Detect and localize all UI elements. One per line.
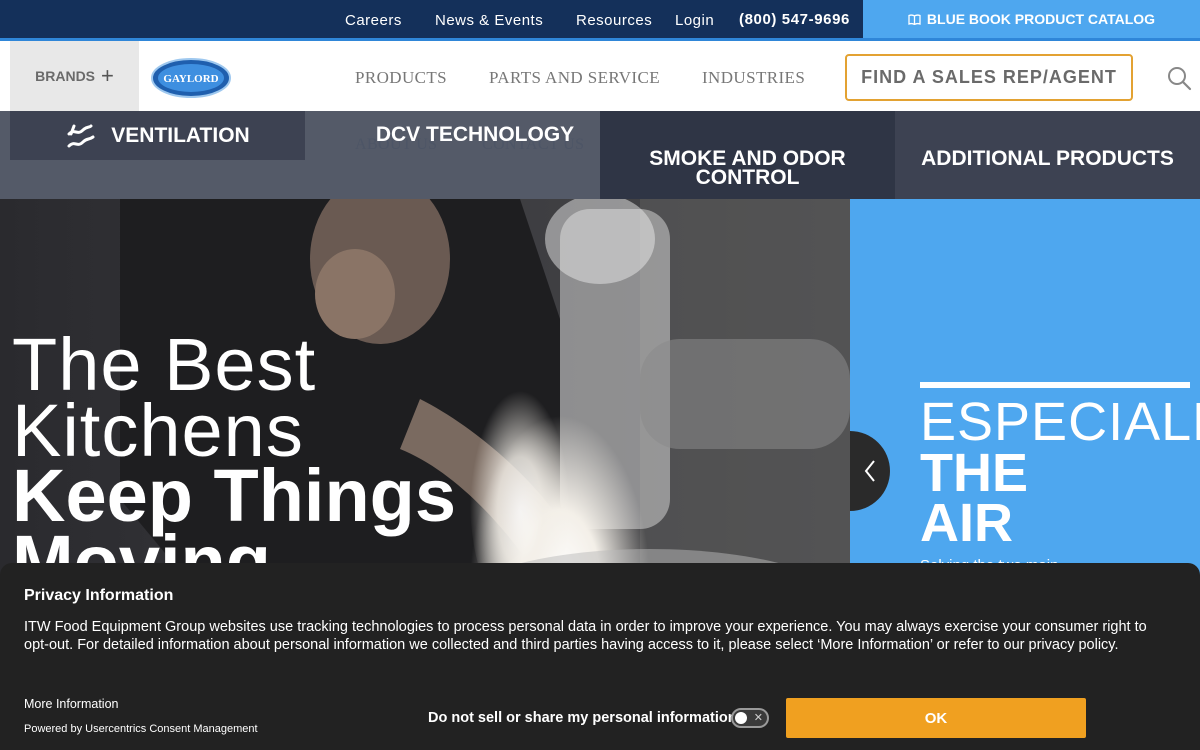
consent-title: Privacy Information (24, 587, 174, 604)
submenu-dcv-technology[interactable]: DCV TECHNOLOGY (345, 123, 605, 147)
careers-link[interactable]: Careers (345, 12, 402, 29)
powered-by-text: Powered by Usercentrics Consent Manageme… (24, 723, 258, 735)
submenu-smoke-odor-control[interactable]: SMOKE AND ODOR CONTROL (600, 111, 895, 199)
blue-book-catalog-button[interactable]: BLUE BOOK PRODUCT CATALOG (863, 0, 1200, 38)
products-submenu: ABOUT US CONTACT US VENTILATION DCV TECH… (0, 111, 1200, 199)
nav-industries[interactable]: INDUSTRIES (702, 68, 805, 88)
logo-text: GAYLORD (163, 73, 218, 85)
submenu-ventilation[interactable]: VENTILATION (10, 111, 305, 160)
consent-text: ITW Food Equipment Group websites use tr… (24, 619, 1147, 653)
submenu-smoke-line2: CONTROL (695, 166, 800, 189)
slide-divider (920, 382, 1190, 388)
find-sales-rep-button[interactable]: FIND A SALES REP/AGENT (845, 54, 1133, 101)
slide-heading-line3: AIR (920, 493, 1013, 553)
main-navigation: BRANDS + GAYLORD PRODUCTS PARTS AND SERV… (0, 41, 1200, 111)
brands-label: BRANDS (35, 68, 96, 84)
top-utility-bar: Careers News & Events Resources Login (8… (0, 0, 1200, 41)
airflow-icon (67, 124, 95, 147)
search-icon[interactable] (1166, 65, 1192, 91)
slide-heading-line2: THE (920, 443, 1028, 503)
nav-parts-and-service[interactable]: PARTS AND SERVICE (489, 68, 660, 88)
chevron-left-icon (864, 460, 875, 482)
do-not-sell-label: Do not sell or share my personal informa… (428, 710, 737, 726)
plus-icon: + (101, 63, 114, 88)
privacy-consent-banner: Privacy Information ITW Food Equipment G… (0, 563, 1200, 750)
book-icon (908, 14, 921, 25)
gaylord-logo[interactable]: GAYLORD (151, 57, 231, 99)
more-information-link[interactable]: More Information (24, 697, 118, 711)
submenu-additional-products[interactable]: ADDITIONAL PRODUCTS (895, 111, 1200, 199)
catalog-label: BLUE BOOK PRODUCT CATALOG (926, 11, 1156, 27)
ok-button[interactable]: OK (786, 698, 1086, 738)
slide-heading-line1: ESPECIALLY (920, 395, 1200, 449)
login-link[interactable]: Login (675, 12, 714, 29)
toggle-knob (735, 712, 747, 724)
submenu-ventilation-label: VENTILATION (111, 123, 250, 147)
news-events-link[interactable]: News & Events (435, 12, 543, 29)
do-not-sell-toggle[interactable]: ✕ (731, 708, 769, 728)
close-icon: ✕ (753, 712, 763, 724)
brands-dropdown[interactable]: BRANDS + (10, 41, 139, 111)
resources-link[interactable]: Resources (576, 12, 652, 29)
phone-number-link[interactable]: (800) 547-9696 (739, 11, 850, 28)
nav-products[interactable]: PRODUCTS (355, 68, 447, 88)
